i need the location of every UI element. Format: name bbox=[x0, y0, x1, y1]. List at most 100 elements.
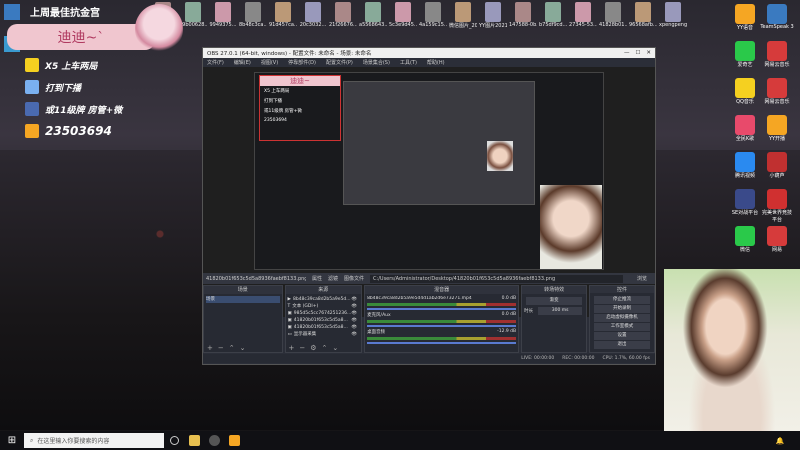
desktop-app-icon[interactable]: 微信 bbox=[728, 226, 762, 253]
filters-button[interactable]: 滤镜 bbox=[328, 275, 338, 282]
desktop-app-icon[interactable]: YY语音 bbox=[728, 4, 762, 31]
up-icon[interactable]: ⌃ bbox=[229, 344, 235, 352]
source-item[interactable]: ▶ 8b48c39ca8d2b5a9e5d... 👁 bbox=[288, 296, 360, 303]
desktop-file-icon[interactable]: 5c3e9d45... bbox=[389, 0, 417, 34]
desktop-app-icon[interactable]: 爱奇艺 bbox=[728, 41, 762, 68]
desktop-app-icon[interactable]: QQ音乐 bbox=[728, 78, 762, 105]
remove-icon[interactable]: − bbox=[299, 344, 305, 352]
preview-overlay-box[interactable]: 迪迪~ X5 上车两局 打到下播 或11级牌 房管+微 23503694 bbox=[259, 75, 341, 141]
close-icon[interactable]: ✕ bbox=[646, 50, 651, 56]
menu-item[interactable]: 配置文件(P) bbox=[326, 59, 353, 66]
file-explorer-icon[interactable] bbox=[184, 431, 204, 450]
volume-slider[interactable] bbox=[367, 342, 517, 344]
windows-start-icon[interactable]: ⊞ bbox=[0, 431, 24, 450]
source-label: 985d5c5cc7674251236... bbox=[293, 311, 352, 316]
menu-item[interactable]: 编辑(E) bbox=[234, 59, 251, 66]
desktop-app-icon[interactable]: TeamSpeak 3 bbox=[760, 4, 794, 30]
desktop-file-icon[interactable]: 41828b01... bbox=[599, 0, 627, 34]
gear-icon[interactable]: ⚙ bbox=[310, 344, 316, 352]
menu-item[interactable]: 文件(F) bbox=[207, 59, 224, 66]
scene-item[interactable]: 场景 bbox=[206, 296, 280, 303]
desktop-file-icon[interactable]: YY图片2021080... bbox=[479, 0, 507, 34]
image-path-field[interactable]: C:/Users/Administrator/Desktop/41820b01f… bbox=[370, 274, 623, 283]
control-button[interactable]: 启动虚拟摄像机 bbox=[594, 314, 650, 322]
desktop-app-icon[interactable]: 完美世界竞技平台 bbox=[760, 189, 794, 223]
visibility-icon[interactable]: 👁 bbox=[351, 310, 357, 317]
menu-item[interactable]: 工具(T) bbox=[400, 59, 417, 66]
source-item[interactable]: T 文本 (GDI+) 👁 bbox=[288, 303, 360, 310]
visibility-icon[interactable]: 👁 bbox=[351, 296, 357, 303]
desktop-file-icon[interactable]: 147588-0b... bbox=[509, 0, 537, 34]
desktop-file-icon[interactable]: 20c3032... bbox=[300, 0, 326, 34]
desktop-file-label: 21f26676... bbox=[329, 22, 357, 28]
control-button[interactable]: 设置 bbox=[594, 332, 650, 340]
control-button[interactable]: 停止推流 bbox=[594, 296, 650, 304]
desktop-file-icon[interactable]: 21f26676... bbox=[329, 0, 357, 34]
up-icon[interactable]: ⌃ bbox=[322, 344, 328, 352]
menu-item[interactable]: 场景集合(S) bbox=[363, 59, 390, 66]
desktop-app-icon[interactable]: 网易云音乐 bbox=[760, 41, 794, 68]
desktop-app-icon[interactable]: 全民K歌 bbox=[728, 115, 762, 142]
app-label: 腾讯视频 bbox=[734, 173, 755, 179]
add-icon[interactable]: + bbox=[289, 344, 295, 352]
source-item[interactable]: ▣ 41820b01f653c5d5a8... 👁 bbox=[288, 317, 360, 324]
down-icon[interactable]: ⌄ bbox=[332, 344, 338, 352]
visibility-icon[interactable]: 👁 bbox=[351, 303, 357, 310]
menu-item[interactable]: 停靠部件(D) bbox=[288, 59, 316, 66]
file-thumbnail-icon bbox=[605, 2, 621, 22]
maximize-icon[interactable]: ☐ bbox=[635, 50, 640, 56]
down-icon[interactable]: ⌄ bbox=[240, 344, 246, 352]
volume-slider[interactable] bbox=[367, 308, 517, 310]
sources-dock: 来源 ▶ 8b48c39ca8d2b5a9e5d... 👁 T 文本 (GDI+) 👁 ▣ 9… bbox=[284, 285, 363, 353]
menu-item[interactable]: 帮助(H) bbox=[427, 59, 445, 66]
desktop-file-icon[interactable]: 27345-53... bbox=[569, 0, 597, 34]
duration-field[interactable]: 300 ms bbox=[538, 307, 583, 315]
volume-slider[interactable] bbox=[367, 325, 517, 327]
desktop-file-label: 5c3e9d45... bbox=[389, 22, 417, 28]
properties-button[interactable]: 属性 bbox=[312, 275, 322, 282]
desktop-file-icon[interactable]: 8b48c3ca... bbox=[239, 0, 267, 34]
minimize-icon[interactable]: — bbox=[624, 50, 630, 56]
streamer-name-card: 迪迪~` bbox=[7, 4, 183, 54]
volume-meter bbox=[367, 303, 517, 306]
remove-icon[interactable]: − bbox=[218, 344, 224, 352]
desktop-file-icon[interactable]: 9949375... bbox=[209, 0, 237, 34]
source-item[interactable]: ▭ 显示器采集 👁 bbox=[288, 331, 360, 338]
control-button[interactable]: 退出 bbox=[594, 341, 650, 349]
add-icon[interactable]: + bbox=[207, 344, 213, 352]
yy-taskbar-icon[interactable] bbox=[224, 431, 244, 450]
transition-select[interactable]: 渐变 bbox=[526, 297, 583, 305]
controls-list: 停止推流 开始录制 启动虚拟摄像机 工作室模式 设置 退出 bbox=[590, 293, 654, 352]
desktop-app-icon[interactable]: 腾讯视频 bbox=[728, 152, 762, 179]
obs-taskbar-icon[interactable] bbox=[204, 431, 224, 450]
file-thumbnail-icon bbox=[635, 2, 651, 22]
control-button[interactable]: 开始录制 bbox=[594, 305, 650, 313]
notification-icon[interactable]: 🔔 bbox=[760, 431, 800, 450]
desktop-file-icon[interactable]: a5568643... bbox=[359, 0, 387, 34]
desktop-file-icon[interactable]: 96568afb... bbox=[629, 0, 657, 34]
desktop-file-icon[interactable]: b9b00628... bbox=[179, 0, 207, 34]
desktop-file-icon[interactable]: 91d457ca... bbox=[269, 0, 297, 34]
obs-titlebar[interactable]: OBS 27.0.1 (64-bit, windows) - 配置文件: 未命名… bbox=[203, 48, 655, 58]
desktop-app-icon[interactable]: YY开播 bbox=[760, 115, 794, 142]
source-item[interactable]: ▣ 41820b01f653c5d5a8... 👁 bbox=[288, 324, 360, 331]
obs-statusbar: LIVE: 00:00:00 REC: 00:00:00 CPU: 1.7%, … bbox=[203, 354, 655, 363]
desktop-app-icon[interactable]: 网易 bbox=[760, 226, 794, 253]
desktop-file-icon[interactable]: 微信图片_2021070... bbox=[449, 0, 477, 34]
visibility-icon[interactable]: 👁 bbox=[351, 317, 357, 324]
visibility-icon[interactable]: 👁 bbox=[351, 324, 357, 331]
desktop-app-icon[interactable]: SE对战平台 bbox=[728, 189, 762, 216]
preview-canvas[interactable]: 迪迪~ X5 上车两局 打到下播 或11级牌 房管+微 23503694 bbox=[254, 72, 604, 270]
task-view-icon[interactable] bbox=[164, 431, 184, 450]
menu-item[interactable]: 视图(V) bbox=[261, 59, 278, 66]
source-item[interactable]: ▣ 985d5c5cc7674251236... 👁 bbox=[288, 310, 360, 317]
control-button[interactable]: 工作室模式 bbox=[594, 323, 650, 331]
taskbar-search[interactable]: ⌕ 在这里输入你要搜索的内容 bbox=[24, 433, 164, 448]
desktop-file-icon[interactable]: xpengpeng bbox=[659, 0, 687, 34]
browse-button[interactable]: 浏览 bbox=[629, 275, 655, 282]
visibility-icon[interactable]: 👁 bbox=[351, 331, 357, 338]
desktop-app-icon[interactable]: 网易云音乐 bbox=[760, 78, 794, 105]
desktop-app-icon[interactable]: 小葫芦 bbox=[760, 152, 794, 179]
desktop-file-icon[interactable]: b75df9cd... bbox=[539, 0, 567, 34]
desktop-file-icon[interactable]: 4a159c15... bbox=[419, 0, 447, 34]
